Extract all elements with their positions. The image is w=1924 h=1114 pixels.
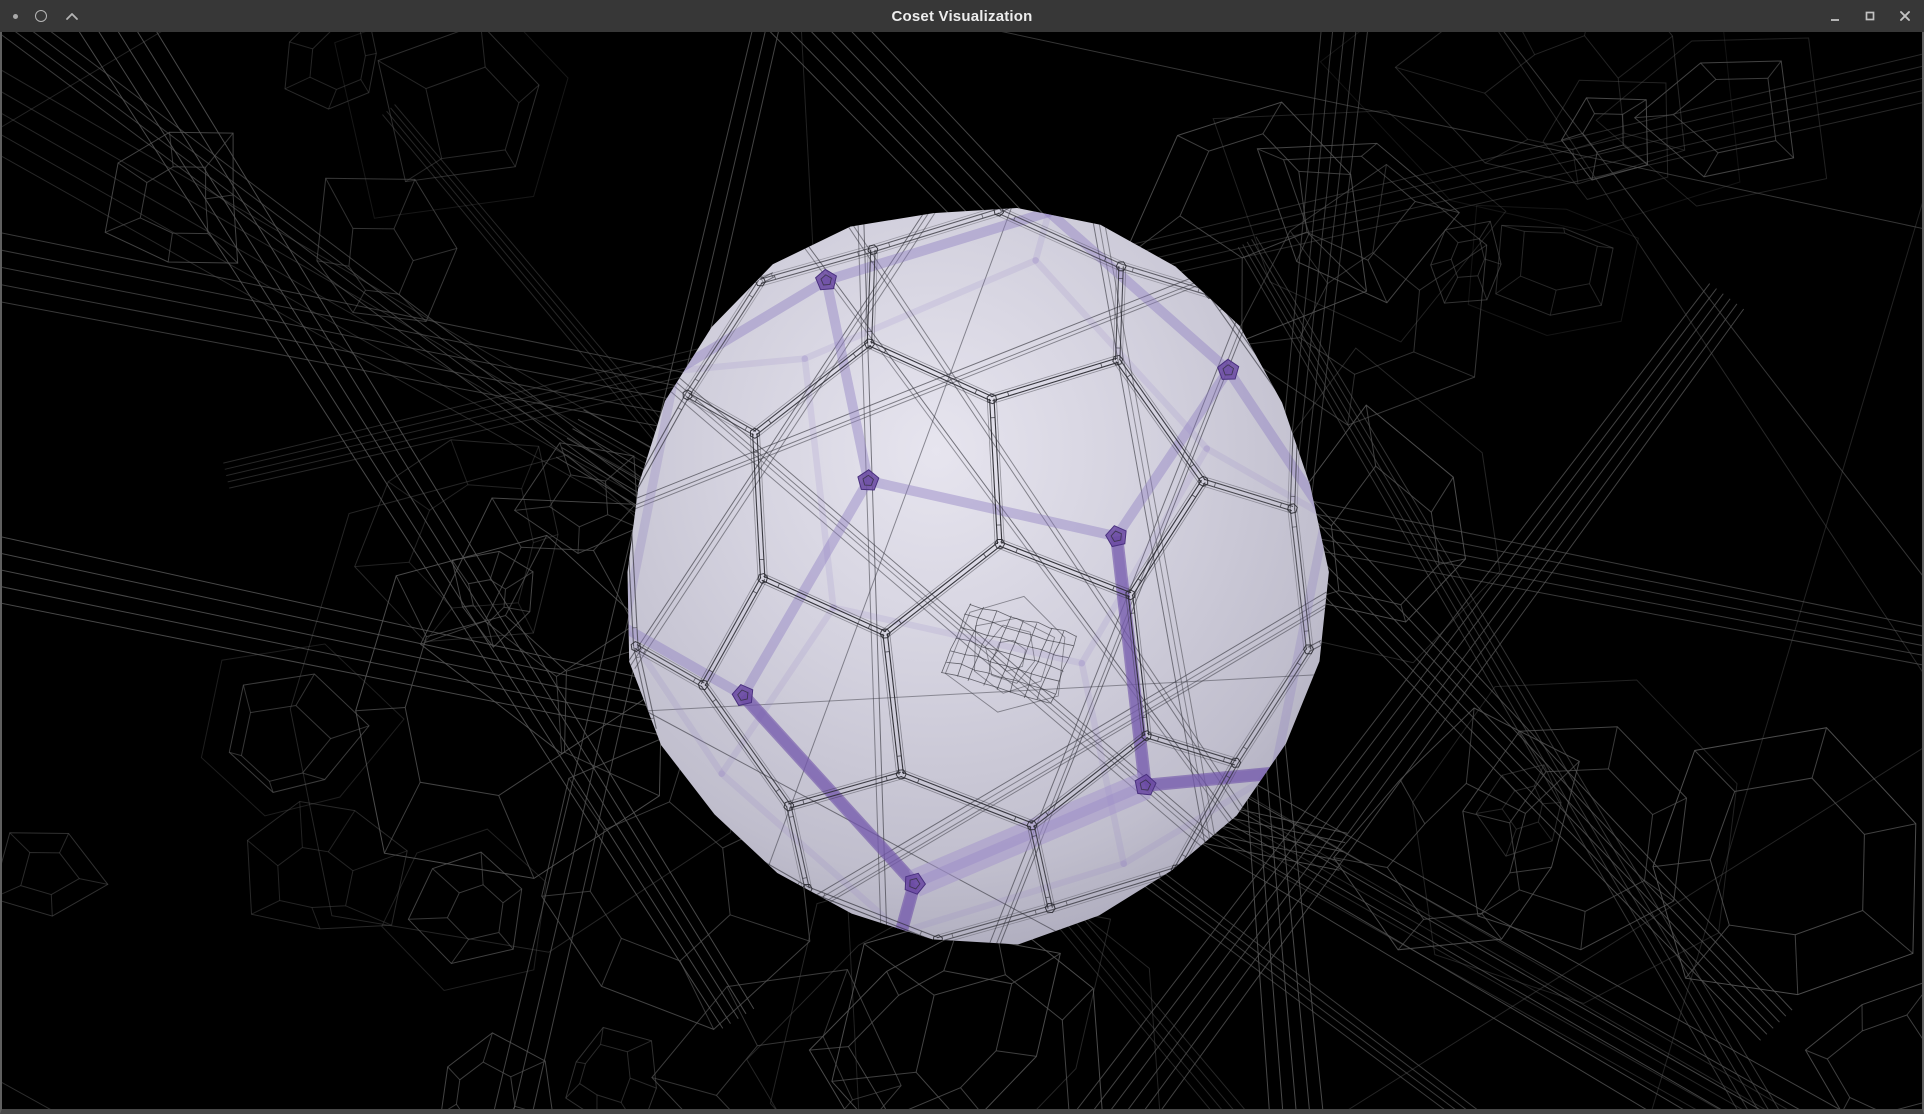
window-title: Coset Visualization bbox=[0, 8, 1924, 25]
titlebar-left-icons bbox=[0, 10, 80, 22]
titlebar[interactable]: Coset Visualization bbox=[0, 0, 1924, 32]
dot-icon bbox=[13, 14, 18, 19]
minimize-button[interactable] bbox=[1825, 6, 1845, 26]
close-button[interactable] bbox=[1895, 6, 1915, 26]
close-icon bbox=[1897, 8, 1913, 24]
maximize-icon bbox=[1862, 8, 1878, 24]
titlebar-controls bbox=[1825, 6, 1924, 26]
app-window: Coset Visualization bbox=[0, 0, 1924, 1114]
chevron-up-icon[interactable] bbox=[64, 10, 80, 22]
minimize-icon bbox=[1827, 8, 1843, 24]
maximize-button[interactable] bbox=[1860, 6, 1880, 26]
viewport[interactable] bbox=[0, 32, 1924, 1114]
coset-3d-canvas[interactable] bbox=[2, 32, 1922, 1109]
circle-icon[interactable] bbox=[35, 10, 47, 22]
